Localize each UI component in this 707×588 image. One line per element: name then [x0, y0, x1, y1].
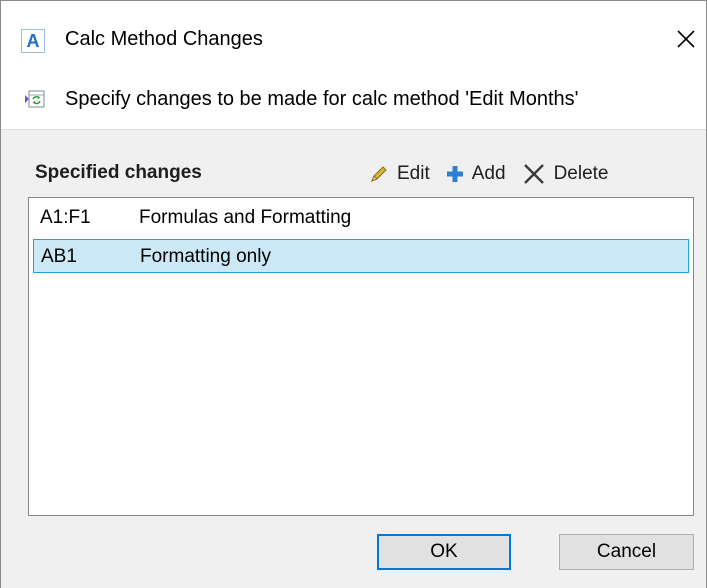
title-bar: A Calc Method Changes — [1, 1, 706, 79]
close-icon — [677, 30, 695, 48]
plus-icon — [446, 166, 463, 182]
calc-method-changes-dialog: A Calc Method Changes Specify changes to… — [0, 0, 707, 588]
delete-button[interactable]: Delete — [522, 162, 609, 186]
refresh-sheet-icon — [25, 90, 45, 108]
dialog-subtitle: Specify changes to be made for calc meth… — [65, 88, 579, 110]
app-icon-letter: A — [26, 30, 40, 51]
add-button[interactable]: Add — [446, 163, 506, 185]
pencil-icon — [371, 166, 387, 182]
change-type: Formatting only — [140, 246, 271, 267]
delete-button-label: Delete — [553, 163, 609, 184]
app-icon: A — [21, 29, 45, 53]
close-button[interactable] — [670, 23, 702, 55]
change-range: A1:F1 — [40, 207, 91, 228]
edit-button[interactable]: Edit — [369, 163, 430, 185]
changes-toolbar: Edit Add Delete — [369, 160, 608, 188]
change-type: Formulas and Formatting — [139, 207, 352, 228]
header-row: Specify changes to be made for calc meth… — [1, 79, 706, 123]
ok-button[interactable]: OK — [377, 534, 511, 570]
window-title: Calc Method Changes — [65, 28, 263, 50]
list-item[interactable]: AB1 Formatting only — [33, 239, 689, 273]
specified-changes-label: Specified changes — [35, 162, 202, 183]
add-button-label: Add — [471, 163, 506, 184]
edit-button-label: Edit — [397, 163, 430, 184]
change-range: AB1 — [41, 246, 77, 267]
x-icon — [523, 164, 544, 184]
changes-list[interactable]: A1:F1 Formulas and Formatting AB1 Format… — [28, 197, 694, 516]
list-item[interactable]: A1:F1 Formulas and Formatting — [33, 201, 689, 235]
cancel-button[interactable]: Cancel — [559, 534, 694, 570]
dialog-body: Specified changes Edit Add Delete A1:F1 … — [1, 129, 706, 588]
